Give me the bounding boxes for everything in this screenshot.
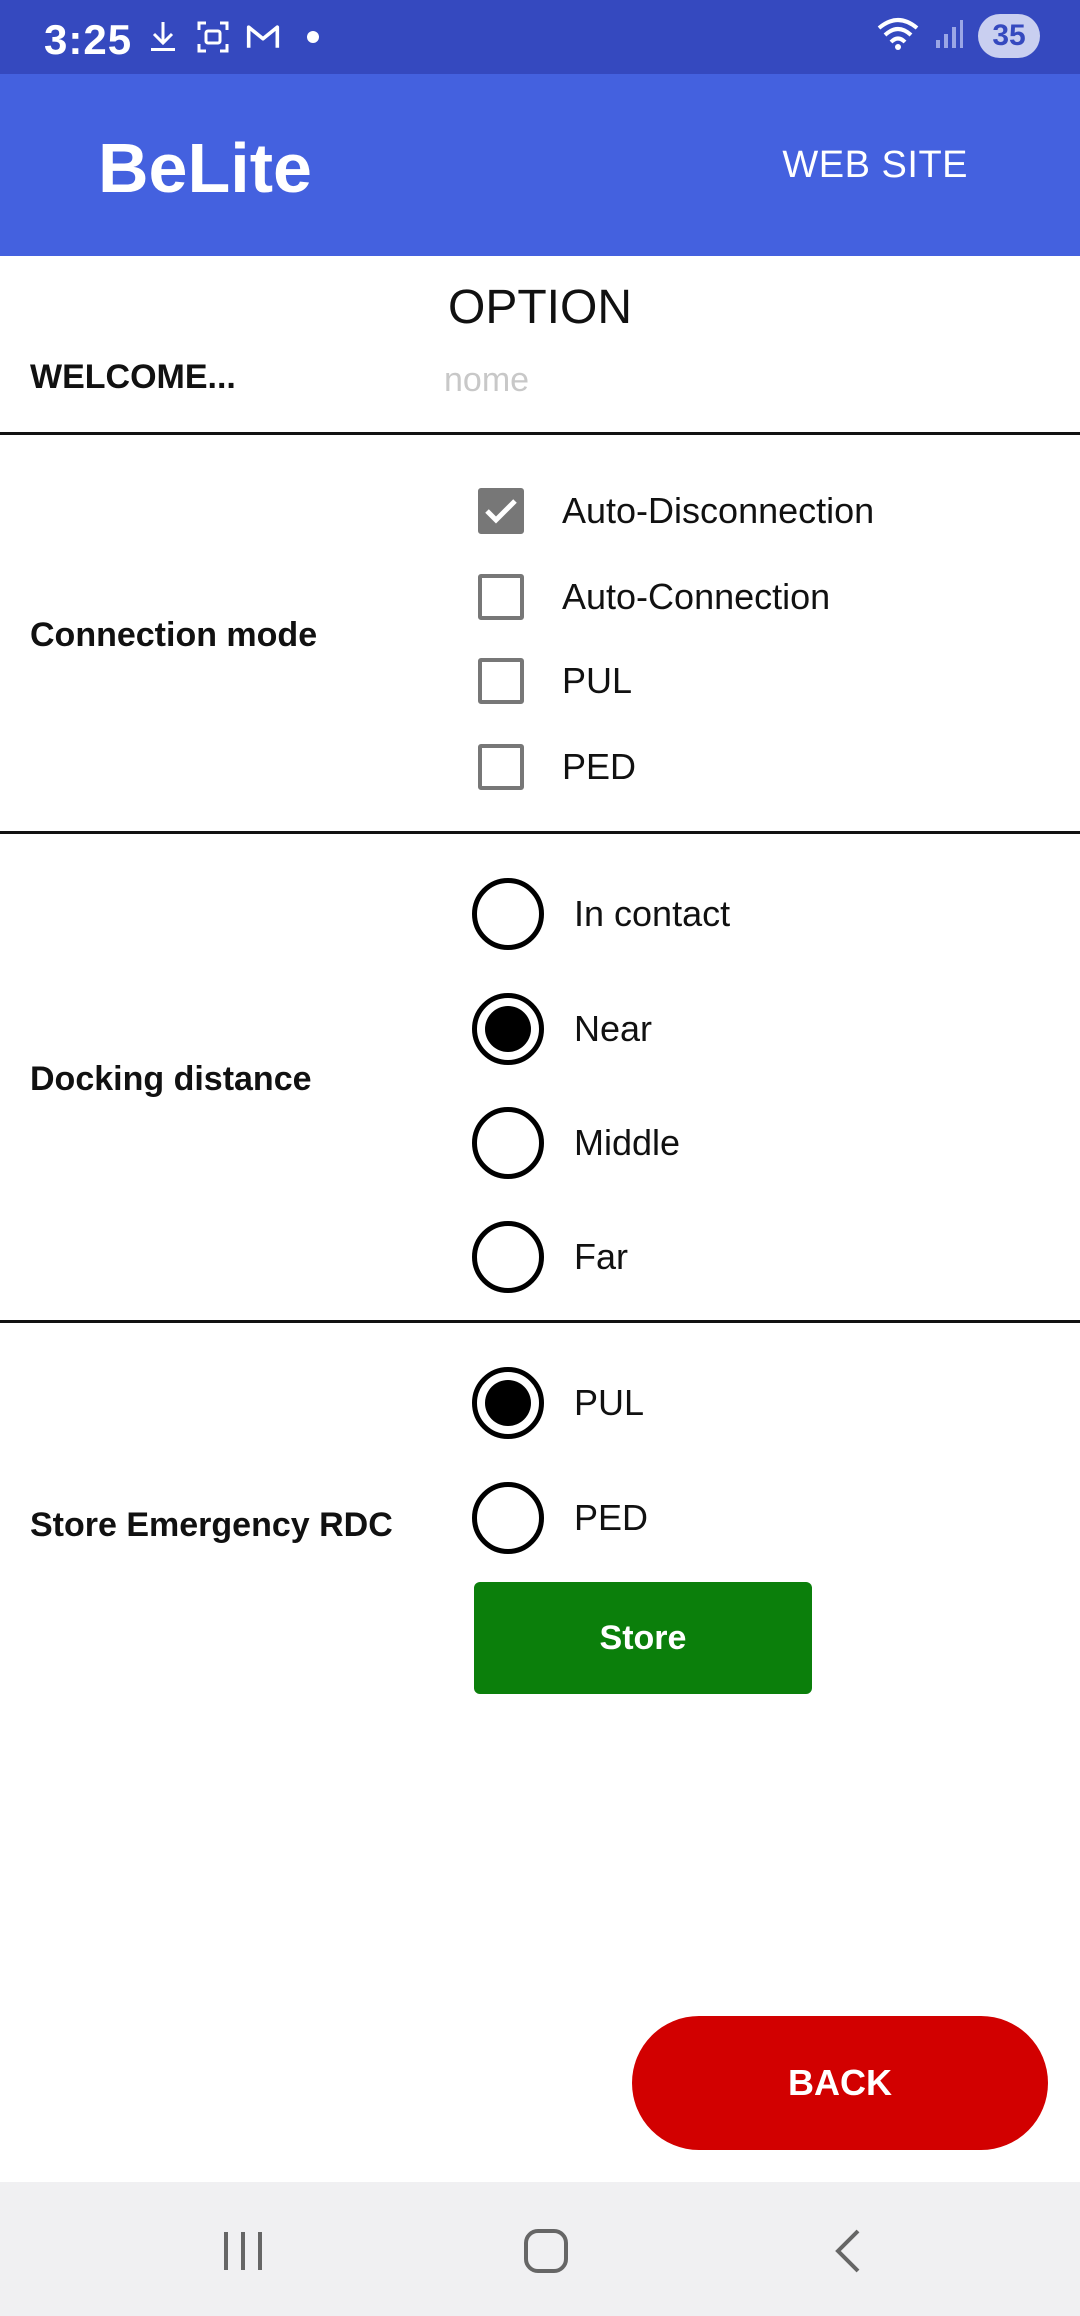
- store-button[interactable]: Store: [474, 1582, 812, 1694]
- radio-button[interactable]: [472, 1367, 544, 1439]
- status-time: 3:25: [44, 16, 133, 63]
- radio-label: PED: [574, 1497, 649, 1538]
- radio-label: PUL: [574, 1382, 645, 1423]
- check-icon: [485, 499, 517, 524]
- checkbox-pul[interactable]: PUL: [478, 658, 632, 704]
- store-emergency-label: Store Emergency RDC: [30, 1506, 393, 1544]
- checkbox[interactable]: [478, 658, 524, 704]
- page-title: OPTION: [447, 281, 632, 334]
- radio-label: Near: [574, 1008, 653, 1049]
- radio-label: Middle: [574, 1122, 681, 1163]
- radio-middle[interactable]: Middle: [472, 1107, 680, 1179]
- back-nav-icon[interactable]: [813, 2216, 883, 2286]
- checkbox-auto-connection[interactable]: Auto-Connection: [478, 574, 830, 620]
- navigation-bar: [0, 2182, 1080, 2316]
- radio-label: Far: [574, 1236, 628, 1277]
- checkbox-ped[interactable]: PED: [478, 744, 636, 790]
- app-title: BeLite: [98, 129, 312, 207]
- checkbox-label: PUL: [562, 660, 633, 701]
- radio-button[interactable]: [472, 1482, 544, 1554]
- screenshot-icon: [196, 20, 230, 54]
- connection-mode-label: Connection mode: [30, 616, 318, 654]
- signal-icon: [934, 18, 964, 55]
- name-input[interactable]: [444, 352, 1004, 408]
- dot-icon: [296, 20, 330, 54]
- docking-distance-label: Docking distance: [30, 1060, 312, 1098]
- battery-icon: 35: [978, 14, 1040, 58]
- checkbox-label: Auto-Connection: [562, 576, 831, 617]
- divider: [0, 831, 1080, 834]
- radio-far[interactable]: Far: [472, 1221, 628, 1293]
- radio-button[interactable]: [472, 878, 544, 950]
- checkbox-label: PED: [562, 746, 637, 787]
- radio-in-contact[interactable]: In contact: [472, 878, 730, 950]
- checkbox[interactable]: [478, 574, 524, 620]
- radio-dot: [485, 1006, 531, 1052]
- welcome-label: WELCOME...: [30, 358, 236, 396]
- divider: [0, 1320, 1080, 1323]
- radio-button[interactable]: [472, 993, 544, 1065]
- radio-store-ped[interactable]: PED: [472, 1482, 648, 1554]
- back-button[interactable]: BACK: [632, 2016, 1048, 2150]
- radio-dot: [485, 1380, 531, 1426]
- radio-button[interactable]: [472, 1221, 544, 1293]
- status-bar: 3:25 35: [0, 0, 1080, 74]
- download-icon: [146, 20, 180, 54]
- checkbox-label: Auto-Disconnection: [562, 490, 875, 531]
- checkbox[interactable]: [478, 488, 524, 534]
- divider: [0, 432, 1080, 435]
- radio-near[interactable]: Near: [472, 993, 652, 1065]
- radio-store-pul[interactable]: PUL: [472, 1367, 644, 1439]
- radio-label: In contact: [574, 893, 731, 934]
- app-bar: BeLite WEB SITE: [0, 74, 1080, 256]
- website-button[interactable]: WEB SITE: [782, 144, 968, 187]
- home-icon[interactable]: [511, 2216, 581, 2286]
- recent-apps-icon[interactable]: [208, 2216, 278, 2286]
- radio-button[interactable]: [472, 1107, 544, 1179]
- gmail-icon: [246, 20, 280, 54]
- checkbox-auto-disconnection[interactable]: Auto-Disconnection: [478, 488, 874, 534]
- wifi-icon: [876, 16, 920, 57]
- checkbox[interactable]: [478, 744, 524, 790]
